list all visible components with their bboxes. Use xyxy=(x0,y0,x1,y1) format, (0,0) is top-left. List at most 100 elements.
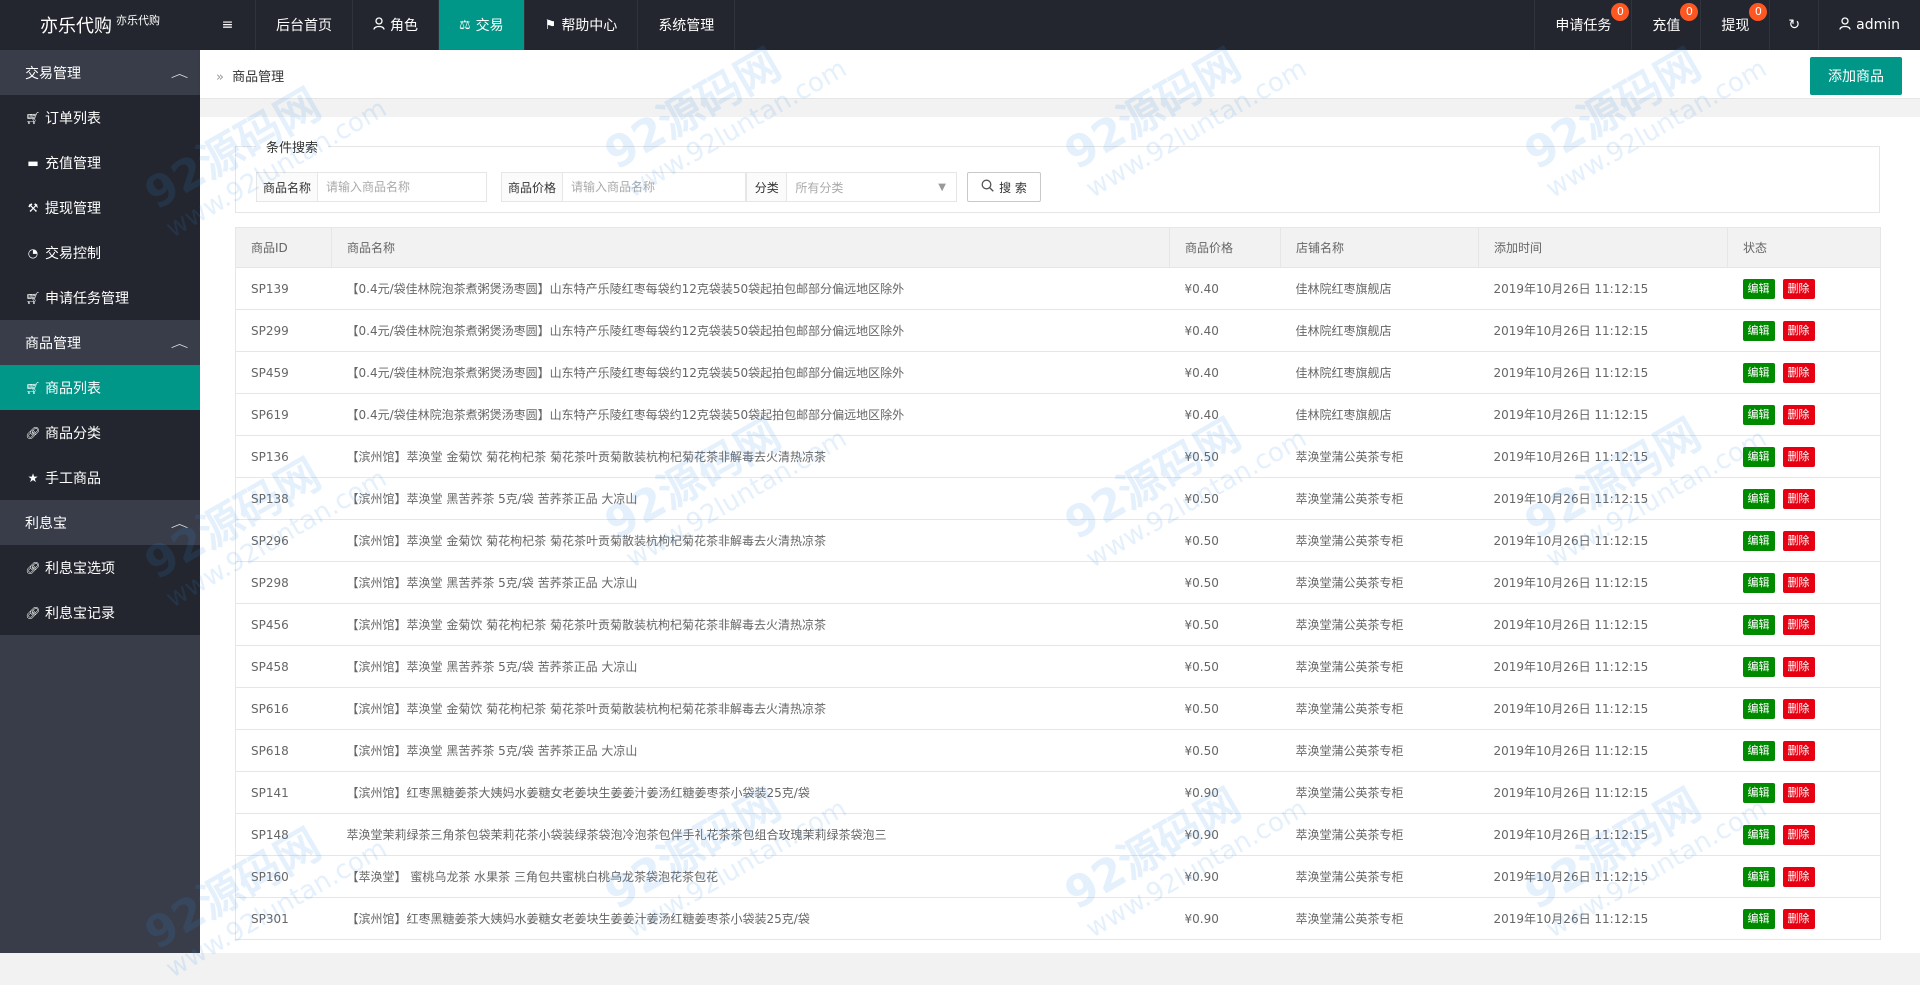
edit-button[interactable]: 编辑 xyxy=(1742,740,1775,761)
sidebar-item-withdraw[interactable]: ⚒ 提现管理 xyxy=(0,185,200,230)
cell-time: 2019年10月26日 11:12:15 xyxy=(1478,771,1728,814)
edit-button[interactable]: 编辑 xyxy=(1742,698,1775,719)
delete-button[interactable]: 删除 xyxy=(1782,614,1815,635)
sidebar-item-manual-goods[interactable]: ★ 手工商品 xyxy=(0,455,200,500)
table-row: SP619 【0.4元/袋佳林院泡茶煮粥煲汤枣圆】山东特产乐陵红枣每袋约12克袋… xyxy=(235,393,1881,436)
cell-price: ¥0.50 xyxy=(1169,519,1281,562)
dashboard-icon: ◔ xyxy=(27,245,39,260)
edit-button[interactable]: 编辑 xyxy=(1742,320,1775,341)
gavel-icon: ⚒ xyxy=(27,200,39,215)
delete-button[interactable]: 删除 xyxy=(1782,362,1815,383)
delete-button[interactable]: 删除 xyxy=(1782,824,1815,845)
search-button-label: 搜 索 xyxy=(999,180,1027,195)
cell-status: 编辑 删除 xyxy=(1727,267,1881,310)
user-menu[interactable]: admin xyxy=(1818,0,1920,50)
sidebar-group-trade[interactable]: 交易管理 ︿ xyxy=(0,50,200,95)
edit-button[interactable]: 编辑 xyxy=(1742,656,1775,677)
cell-status: 编辑 删除 xyxy=(1727,309,1881,352)
delete-button[interactable]: 删除 xyxy=(1782,908,1815,929)
add-goods-button[interactable]: 添加商品 xyxy=(1810,57,1902,95)
sidebar-item-goods-category[interactable]: 🔗︎ 商品分类 xyxy=(0,410,200,455)
cell-price: ¥0.40 xyxy=(1169,351,1281,394)
cell-name: 【滨州馆】萃涣堂 金菊饮 菊花枸杞茶 菊花茶叶贡菊散装杭枸杞菊花茶非解毒去火清热… xyxy=(331,519,1170,562)
delete-button[interactable]: 删除 xyxy=(1782,320,1815,341)
cell-shop: 萃涣堂蒲公英茶专柜 xyxy=(1280,729,1479,772)
user-icon xyxy=(1839,16,1851,34)
sidebar-item-interest-options[interactable]: 🔗︎ 利息宝选项 xyxy=(0,545,200,590)
cell-shop: 萃涣堂蒲公英茶专柜 xyxy=(1280,687,1479,730)
goods-name-input[interactable] xyxy=(318,173,484,201)
delete-button[interactable]: 删除 xyxy=(1782,572,1815,593)
link-icon: 🔗︎ xyxy=(25,605,41,620)
cell-shop: 萃涣堂蒲公英茶专柜 xyxy=(1280,813,1479,856)
edit-button[interactable]: 编辑 xyxy=(1742,404,1775,425)
cell-name: 【滨州馆】萃涣堂 黑苦荞茶 5克/袋 苦荞茶正品 大凉山 xyxy=(331,645,1170,688)
goods-price-input[interactable] xyxy=(563,173,744,201)
table-row: SP459 【0.4元/袋佳林院泡茶煮粥煲汤枣圆】山东特产乐陵红枣每袋约12克袋… xyxy=(235,351,1881,394)
delete-button[interactable]: 删除 xyxy=(1782,530,1815,551)
cell-name: 【0.4元/袋佳林院泡茶煮粥煲汤枣圆】山东特产乐陵红枣每袋约12克袋装50袋起拍… xyxy=(331,267,1170,310)
sidebar-item-interest-records[interactable]: 🔗︎ 利息宝记录 xyxy=(0,590,200,635)
table-row: SP299 【0.4元/袋佳林院泡茶煮粥煲汤枣圆】山东特产乐陵红枣每袋约12克袋… xyxy=(235,309,1881,352)
edit-button[interactable]: 编辑 xyxy=(1742,278,1775,299)
delete-button[interactable]: 删除 xyxy=(1782,740,1815,761)
goods-table: 商品ID 商品名称 商品价格 店铺名称 添加时间 状态 SP139 【0.4元/… xyxy=(235,227,1881,940)
nav-trade[interactable]: ⚖ 交易 xyxy=(439,0,525,50)
delete-button[interactable]: 删除 xyxy=(1782,278,1815,299)
edit-button[interactable]: 编辑 xyxy=(1742,530,1775,551)
refresh-button[interactable]: ↻ xyxy=(1769,0,1818,50)
nav-help[interactable]: ⚑ 帮助中心 xyxy=(525,0,639,50)
apply-task-link[interactable]: 申请任务 0 xyxy=(1534,0,1631,50)
edit-button[interactable]: 编辑 xyxy=(1742,614,1775,635)
sidebar-item-label: 订单列表 xyxy=(45,110,101,127)
nav-system[interactable]: 系统管理 xyxy=(638,0,736,50)
edit-button[interactable]: 编辑 xyxy=(1742,446,1775,467)
nav-help-label: 帮助中心 xyxy=(561,18,618,34)
sidebar-item-orders[interactable]: 🛒︎ 订单列表 xyxy=(0,95,200,140)
sidebar-group-goods[interactable]: 商品管理 ︿ xyxy=(0,320,200,365)
cell-id: SP616 xyxy=(235,687,332,730)
sidebar-item-apply-tasks[interactable]: 🛒︎ 申请任务管理 xyxy=(0,275,200,320)
delete-button[interactable]: 删除 xyxy=(1782,782,1815,803)
delete-button[interactable]: 删除 xyxy=(1782,488,1815,509)
cell-price: ¥0.50 xyxy=(1169,645,1281,688)
menu-toggle-button[interactable]: ≡ xyxy=(200,0,256,50)
delete-button[interactable]: 删除 xyxy=(1782,404,1815,425)
cell-id: SP301 xyxy=(235,897,332,940)
sidebar-item-goods-list[interactable]: 🛒︎ 商品列表 xyxy=(0,365,200,410)
edit-button[interactable]: 编辑 xyxy=(1742,782,1775,803)
edit-button[interactable]: 编辑 xyxy=(1742,908,1775,929)
cell-time: 2019年10月26日 11:12:15 xyxy=(1478,309,1728,352)
category-select[interactable]: 所有分类 ▼ xyxy=(787,173,956,201)
edit-button[interactable]: 编辑 xyxy=(1742,572,1775,593)
search-button[interactable]: 搜 索 xyxy=(967,172,1041,202)
cell-shop: 萃涣堂蒲公英茶专柜 xyxy=(1280,561,1479,604)
cell-price: ¥0.50 xyxy=(1169,687,1281,730)
edit-button[interactable]: 编辑 xyxy=(1742,488,1775,509)
withdraw-badge: 0 xyxy=(1749,3,1768,21)
nav-home[interactable]: 后台首页 xyxy=(256,0,353,50)
edit-button[interactable]: 编辑 xyxy=(1742,824,1775,845)
sidebar-item-label: 申请任务管理 xyxy=(45,290,129,307)
delete-button[interactable]: 删除 xyxy=(1782,866,1815,887)
delete-button[interactable]: 删除 xyxy=(1782,446,1815,467)
delete-button[interactable]: 删除 xyxy=(1782,698,1815,719)
logo[interactable]: 亦乐代购 亦乐代购 xyxy=(0,0,200,50)
col-header-shop: 店铺名称 xyxy=(1280,227,1479,268)
cell-status: 编辑 删除 xyxy=(1727,393,1881,436)
nav-role[interactable]: 角色 xyxy=(353,0,439,50)
edit-button[interactable]: 编辑 xyxy=(1742,866,1775,887)
recharge-link[interactable]: 充值 0 xyxy=(1631,0,1700,50)
edit-button[interactable]: 编辑 xyxy=(1742,362,1775,383)
cell-time: 2019年10月26日 11:12:15 xyxy=(1478,729,1728,772)
cell-price: ¥0.50 xyxy=(1169,729,1281,772)
col-header-name: 商品名称 xyxy=(331,227,1170,268)
sidebar-item-label: 商品分类 xyxy=(45,425,101,442)
withdraw-link[interactable]: 提现 0 xyxy=(1700,0,1769,50)
table-row: SP458 【滨州馆】萃涣堂 黑苦荞茶 5克/袋 苦荞茶正品 大凉山 ¥0.50… xyxy=(235,645,1881,688)
cell-id: SP296 xyxy=(235,519,332,562)
delete-button[interactable]: 删除 xyxy=(1782,656,1815,677)
sidebar-group-interest[interactable]: 利息宝 ︿ xyxy=(0,500,200,545)
sidebar-item-trade-control[interactable]: ◔ 交易控制 xyxy=(0,230,200,275)
sidebar-item-recharge[interactable]: ▬ 充值管理 xyxy=(0,140,200,185)
